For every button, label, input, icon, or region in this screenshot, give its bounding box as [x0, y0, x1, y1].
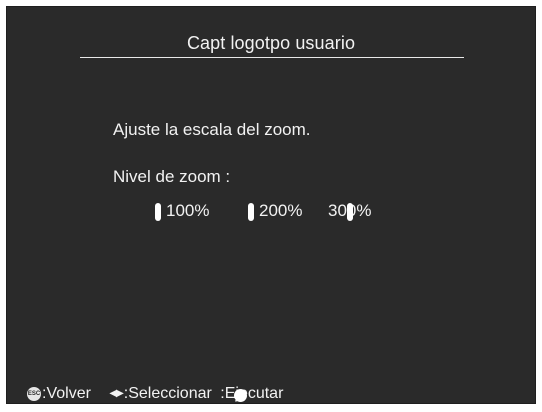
zoom-option-label: 100% — [166, 201, 210, 220]
esc-button-icon: ESC — [27, 386, 41, 401]
left-right-arrows-icon: ◀▶ — [109, 388, 123, 399]
option-marker-icon — [155, 203, 161, 221]
zoom-level-label: Nivel de zoom : — [113, 167, 231, 186]
footer-back[interactable]: ESC:Volver — [27, 384, 91, 404]
option-marker-icon — [248, 203, 254, 221]
footer-execute[interactable]: :Ejecutar — [220, 384, 283, 404]
zoom-option-label: 200% — [259, 201, 303, 220]
projector-menu-screen: Capt logotpo usuario Ajuste la escala de… — [6, 6, 536, 404]
menu-title: Capt logotpo usuario — [186, 33, 356, 53]
footer-execute-label: :Ejecutar — [220, 385, 284, 403]
option-marker-icon — [347, 203, 353, 221]
footer-select[interactable]: ◀▶:Seleccionar — [109, 384, 211, 404]
footer-help-bar: ESC:Volver ◀▶:Seleccionar :Ejecutar — [27, 384, 283, 404]
footer-back-label: :Volver — [42, 385, 91, 403]
footer-select-label: :Seleccionar — [123, 385, 212, 403]
title-divider — [80, 57, 464, 58]
instruction-text: Ajuste la escala del zoom. — [113, 120, 311, 139]
